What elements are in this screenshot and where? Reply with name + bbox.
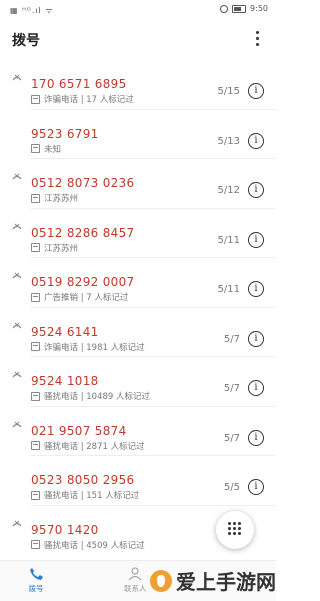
- phone-number: 0512 8286 8457: [31, 225, 135, 240]
- watermark-logo-icon: [150, 569, 172, 592]
- sim-card-icon: [31, 490, 40, 500]
- phone-icon: [28, 567, 44, 581]
- call-label: 未知: [44, 144, 62, 155]
- sim-card-icon: [31, 144, 40, 153]
- page-title: 拨号: [12, 33, 40, 49]
- status-bar: ▦ ᵸᴳ.ıl ᯤ 9:50: [0, 0, 276, 20]
- call-label: 骚扰电话 | 10489 人标记过: [44, 392, 151, 402]
- signal-indicators: ▦ ᵸᴳ.ıl ᯤ: [10, 6, 54, 15]
- watermark: 爱上手游网: [150, 566, 276, 595]
- sim-card-icon: [31, 243, 40, 252]
- call-label: 江苏苏州: [44, 243, 79, 254]
- call-date: 5/11: [217, 234, 240, 246]
- info-icon[interactable]: i: [248, 330, 264, 347]
- call-date: 5/12: [217, 185, 240, 196]
- missed-call-icon: [12, 74, 22, 81]
- sim-card-icon: [31, 342, 40, 351]
- contacts-icon: [127, 567, 143, 581]
- call-log-row[interactable]: 0512 8286 8457 江苏苏州 5/11 i: [0, 209, 276, 258]
- tab-label: 联系人: [124, 584, 147, 593]
- call-log-row[interactable]: 9524 6141 诈骗电话 | 1981 人标记过 5/7 i: [0, 308, 276, 357]
- phone-number: 9524 6141: [31, 324, 99, 339]
- phone-number: 0519 8292 0007: [31, 275, 135, 289]
- phone-number: 0523 8050 2956: [31, 473, 135, 487]
- missed-call-icon: [12, 223, 22, 229]
- sim-card-icon: [31, 441, 40, 450]
- info-icon[interactable]: i: [248, 429, 264, 446]
- sim-card-icon: [31, 540, 40, 549]
- phone-number: 9523 6791: [31, 126, 99, 141]
- call-log-row[interactable]: 0512 8073 0236 江苏苏州 5/12 i: [0, 159, 276, 209]
- call-label: 江苏苏州: [44, 194, 79, 204]
- call-date: 5/11: [217, 284, 240, 295]
- more-options-icon[interactable]: [252, 28, 262, 50]
- call-date: 5/13: [217, 135, 240, 147]
- sim-card-icon: [31, 292, 40, 302]
- info-icon[interactable]: i: [248, 281, 264, 297]
- call-date: 5/7: [223, 432, 240, 444]
- dialpad-icon: [228, 522, 242, 535]
- call-log-row[interactable]: 0519 8292 0007 广告推销 | 7 人标记过 5/11 i: [0, 258, 276, 308]
- call-label: 骚扰电话 | 2871 人标记过: [44, 441, 145, 452]
- missed-call-icon: [12, 272, 22, 279]
- call-date: 5/15: [217, 86, 240, 97]
- title-bar: 拨号: [0, 20, 276, 60]
- call-label: 诈骗电话 | 17 人标记过: [44, 95, 134, 105]
- missed-call-icon: [12, 322, 22, 328]
- clock: 9:50: [250, 4, 268, 13]
- info-icon[interactable]: i: [248, 479, 264, 495]
- phone-number: 9524 1018: [31, 374, 99, 388]
- dialpad-button[interactable]: [216, 511, 254, 549]
- battery-icon: [232, 4, 247, 13]
- phone-number: 021 9507 5874: [31, 423, 127, 438]
- call-date: 5/7: [223, 383, 240, 394]
- sim-card-icon: [31, 94, 40, 104]
- info-icon[interactable]: i: [248, 231, 264, 248]
- call-log-row[interactable]: 9524 1018 骚扰电话 | 10489 人标记过 5/7 i: [0, 357, 276, 407]
- call-log-row[interactable]: 170 6571 6895 诈骗电话 | 17 人标记过 5/15 i: [0, 60, 276, 110]
- call-log-row[interactable]: 021 9507 5874 骚扰电话 | 2871 人标记过 5/7 i: [0, 407, 276, 456]
- info-icon[interactable]: i: [248, 83, 264, 99]
- watermark-text: 爱上手游网: [176, 570, 276, 594]
- tab-dial[interactable]: 拨号: [28, 567, 44, 594]
- call-label: 骚扰电话 | 4509 人标记过: [44, 540, 145, 551]
- call-date: 5/5: [223, 482, 240, 493]
- call-label: 骚扰电话 | 151 人标记过: [44, 491, 140, 501]
- info-icon[interactable]: i: [248, 380, 264, 396]
- info-icon[interactable]: i: [248, 182, 264, 198]
- missed-call-icon: [12, 421, 22, 427]
- tab-label: 拨号: [28, 584, 44, 593]
- call-label: 诈骗电话 | 1981 人标记过: [44, 342, 145, 353]
- alarm-icon: [220, 4, 229, 13]
- phone-number: 9570 1420: [31, 522, 99, 537]
- phone-number: 170 6571 6895: [31, 77, 127, 91]
- sim-card-icon: [31, 391, 40, 401]
- missed-call-icon: [12, 520, 22, 526]
- tab-contacts[interactable]: 联系人: [124, 567, 147, 594]
- info-icon[interactable]: i: [248, 132, 264, 149]
- phone-number: 0512 8073 0236: [31, 176, 135, 190]
- call-log-row[interactable]: 9523 6791 未知 5/13 i: [0, 110, 276, 159]
- sim-card-icon: [31, 193, 40, 203]
- call-date: 5/7: [223, 333, 240, 345]
- call-log-row[interactable]: 0523 8050 2956 骚扰电话 | 151 人标记过 5/5 i: [0, 456, 276, 506]
- missed-call-icon: [12, 371, 22, 378]
- call-label: 广告推销 | 7 人标记过: [44, 293, 129, 303]
- call-log-list: 170 6571 6895 诈骗电话 | 17 人标记过 5/15 i 9523…: [0, 60, 276, 555]
- missed-call-icon: [12, 173, 22, 180]
